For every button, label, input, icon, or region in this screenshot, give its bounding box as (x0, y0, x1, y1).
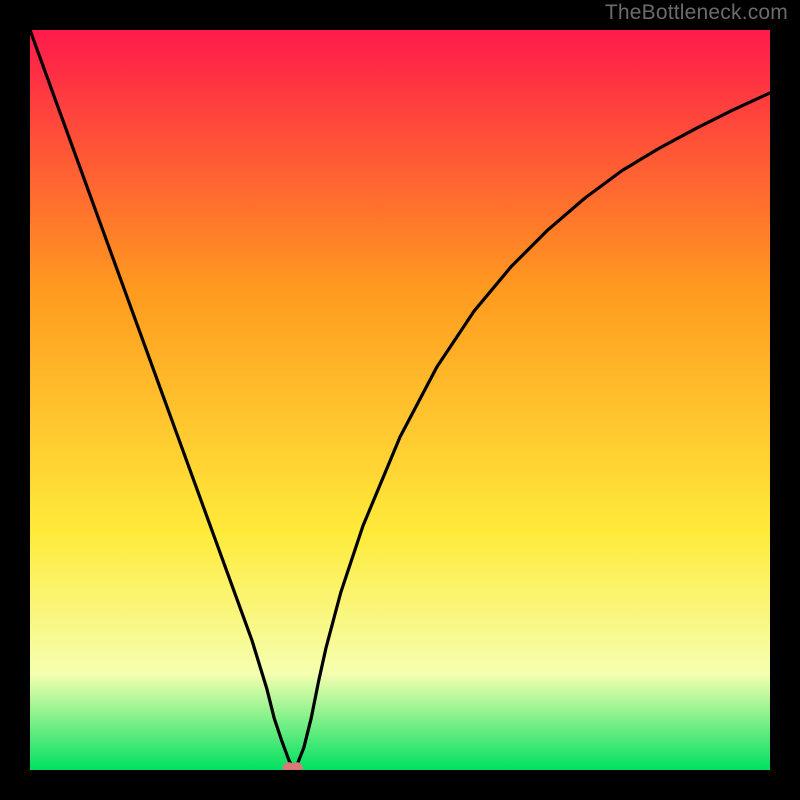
chart-plot-area (30, 30, 770, 770)
chart-frame: TheBottleneck.com (0, 0, 800, 800)
watermark-text: TheBottleneck.com (605, 1, 788, 25)
chart-svg (30, 30, 770, 770)
gradient-background (30, 30, 770, 770)
